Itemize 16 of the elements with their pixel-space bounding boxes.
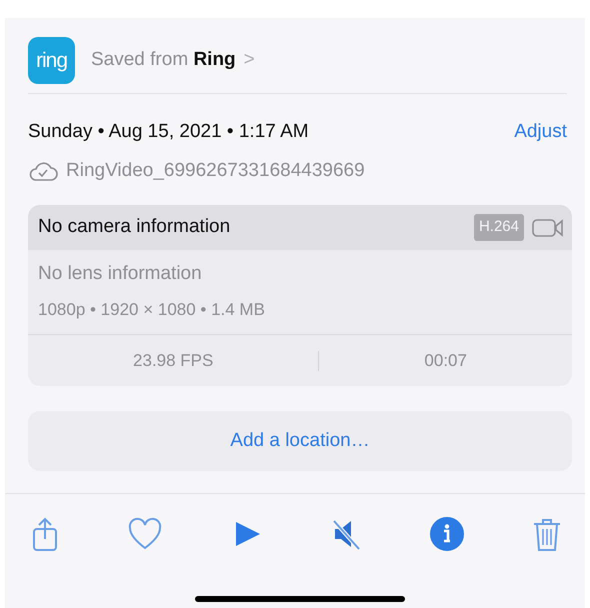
file-name: RingVideo_6996267331684439669 — [66, 158, 365, 182]
lens-info: No lens information — [38, 262, 203, 286]
info-icon — [428, 516, 465, 552]
video-specs: 1080p • 1920 × 1080 • 1.4 MB — [38, 298, 266, 320]
heart-icon — [127, 516, 164, 552]
adjust-link[interactable]: Adjust — [514, 118, 567, 146]
video-stat: 23.98 FPS — [132, 350, 214, 372]
camera-info: No camera information — [38, 215, 230, 240]
add-location-button[interactable]: Add a location… — [28, 411, 572, 471]
video-camera-icon — [532, 218, 564, 238]
date-time: Sunday • Aug 15, 2021 • 1:17 AM — [28, 120, 309, 144]
codec-badge: H.264 — [474, 214, 524, 241]
chevron-icon[interactable]: > — [244, 46, 255, 75]
video-stat: 00:07 — [423, 350, 468, 372]
source-label[interactable]: Saved from Ring — [91, 46, 236, 75]
app-icon[interactable]: ring — [28, 37, 75, 84]
